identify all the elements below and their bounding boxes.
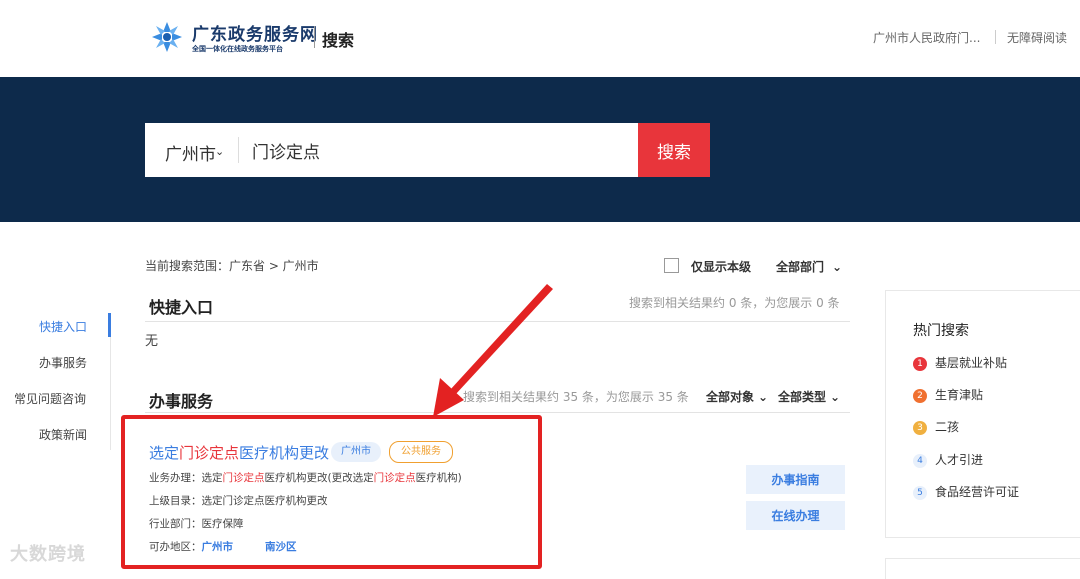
watermark: 大数跨境 <box>10 544 86 565</box>
arrow-icon <box>433 284 553 417</box>
